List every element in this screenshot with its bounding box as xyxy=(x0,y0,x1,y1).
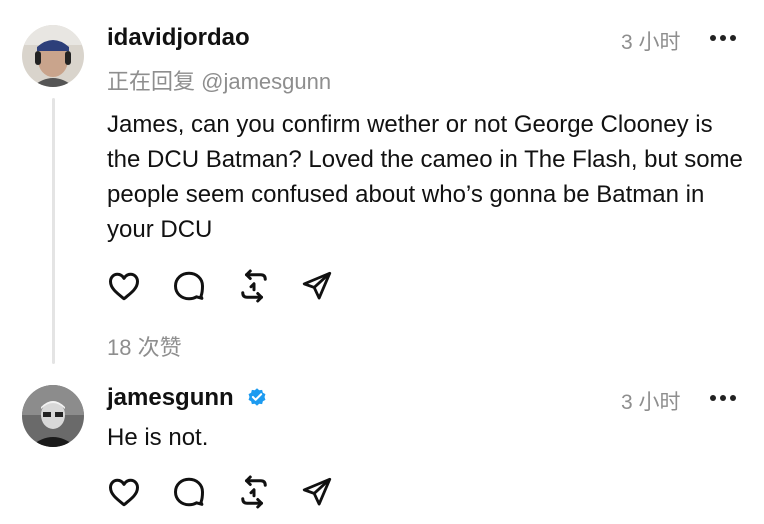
reply-prefix: 正在回复 xyxy=(107,69,196,94)
thread-connector-line xyxy=(52,98,55,364)
username[interactable]: jamesgunn xyxy=(107,384,234,412)
more-icon[interactable] xyxy=(710,33,738,43)
heart-icon[interactable] xyxy=(104,472,144,512)
timestamp: 3 小时 xyxy=(621,31,681,54)
verified-badge-icon xyxy=(246,386,268,408)
repost-icon[interactable] xyxy=(234,472,274,512)
share-icon[interactable] xyxy=(297,472,337,512)
reply-handle-link[interactable]: @jamesgunn xyxy=(201,69,331,94)
avatar[interactable] xyxy=(22,25,84,87)
comment-icon[interactable] xyxy=(169,472,209,512)
more-icon[interactable] xyxy=(710,393,738,403)
like-count[interactable]: 18 次赞 xyxy=(107,330,182,362)
post-text: James, can you confirm wether or not Geo… xyxy=(107,111,743,243)
share-icon[interactable] xyxy=(297,266,337,306)
heart-icon[interactable] xyxy=(104,266,144,306)
post-text: He is not. xyxy=(107,424,209,451)
reply-to-line: 正在回复 @jamesgunn xyxy=(107,64,331,96)
avatar[interactable] xyxy=(22,385,84,447)
username[interactable]: idavidjordao xyxy=(107,24,250,52)
repost-icon[interactable] xyxy=(234,266,274,306)
timestamp: 3 小时 xyxy=(621,391,681,414)
comment-icon[interactable] xyxy=(169,266,209,306)
